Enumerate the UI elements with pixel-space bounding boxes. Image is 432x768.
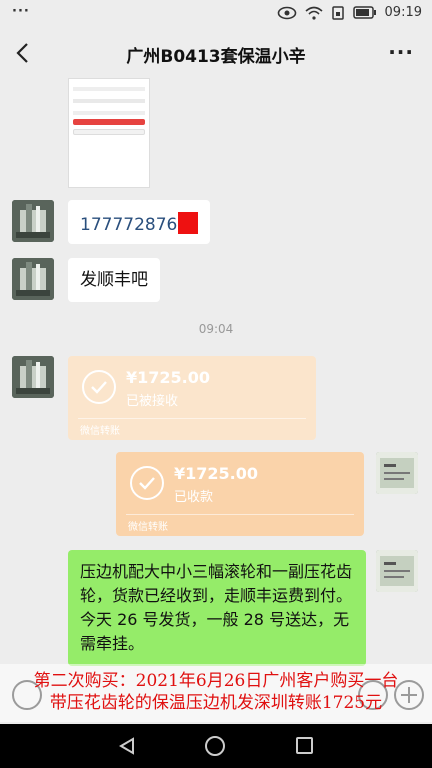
contact-avatar[interactable] [12,258,54,300]
input-bar [0,668,432,724]
status-icons: 09:19 [277,5,422,20]
phone-message[interactable]: 177772876 [68,200,211,244]
more-options-button[interactable]: ··· [388,40,414,64]
nav-recent-apps-icon[interactable] [296,737,313,754]
product-photo-icon [376,550,418,592]
check-circle-icon [82,370,116,404]
chat-messages[interactable]: 177772876 发顺丰吧 09:04 ¥1725.00 已被接收 微信转账 [0,78,432,706]
time-separator: 09:04 [198,322,234,336]
thumb-cancel-bar [73,129,145,135]
voice-input-icon[interactable] [12,680,42,710]
thumb-row [73,111,145,115]
wifi-icon [305,6,323,20]
contact-avatar[interactable] [12,356,54,398]
check-circle-icon [130,466,164,500]
image-message[interactable] [68,78,150,188]
machine-photo-icon [12,356,54,398]
status-bar: ··· 09:19 [0,0,432,28]
eye-icon [277,6,296,19]
my-avatar[interactable] [376,550,418,592]
my-avatar[interactable] [376,452,418,494]
plus-icon[interactable] [394,680,424,710]
thumb-row [73,99,145,103]
machine-photo-icon [12,200,54,242]
transfer-footer: 微信转账 [128,522,168,533]
transfer-status: 已被接收 [126,394,179,409]
product-photo-icon [376,452,418,494]
transfer-amount: ¥1725.00 [126,368,211,387]
text-message[interactable]: 发顺丰吧 [68,258,160,302]
divider [78,418,306,419]
transfer-amount: ¥1725.00 [174,464,259,483]
thumb-confirm-bar [73,119,145,125]
emoji-icon[interactable] [358,680,388,710]
thumb-row [73,87,145,91]
transfer-received-card[interactable]: ¥1725.00 已被接收 微信转账 [68,356,316,440]
sent-text-message[interactable]: 压边机配大中小三幅滚轮和一副压花齿轮，货款已经收到，走顺丰运费到付。今天 26 … [68,550,366,666]
sim-icon [331,5,344,20]
transfer-footer: 微信转账 [80,426,120,437]
nav-back-icon[interactable] [118,737,136,755]
phone-number-text: 177772876 [80,215,178,235]
redaction-block [178,212,199,234]
chat-title: 广州B0413套保温小辛 [126,47,306,67]
system-nav-bar [0,724,432,768]
clock: 09:19 [384,5,422,20]
notification-dots: ··· [12,4,30,19]
divider [126,514,354,515]
nav-home-icon[interactable] [205,736,225,756]
machine-photo-icon [12,258,54,300]
back-arrow-icon[interactable] [12,40,36,66]
transfer-status: 已收款 [174,490,214,505]
transfer-confirmed-card[interactable]: ¥1725.00 已收款 微信转账 [116,452,364,536]
battery-icon [352,6,376,19]
chat-header: 广州B0413套保温小辛 ··· [0,28,432,78]
contact-avatar[interactable] [12,200,54,242]
